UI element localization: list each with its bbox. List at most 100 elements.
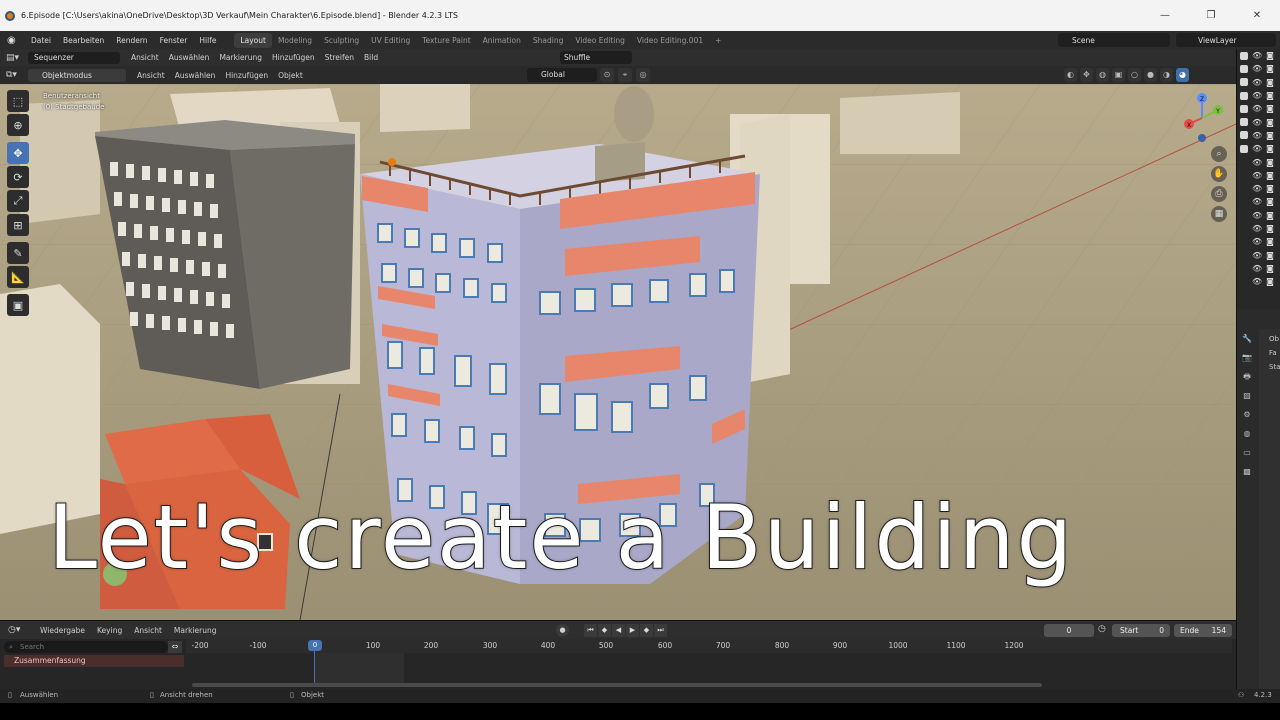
outliner-row[interactable]: 👁 ◙	[1237, 115, 1280, 128]
visibility-icon[interactable]: ◐	[1064, 68, 1077, 82]
tab-layout[interactable]: Layout	[234, 32, 272, 48]
tl-menu-wiedergabe[interactable]: Wiedergabe	[34, 626, 91, 635]
prev-keyframe-icon[interactable]: ◆	[598, 624, 611, 637]
overlay-toggle-icon[interactable]: ◍	[1096, 68, 1109, 82]
tab-sculpting[interactable]: Sculpting	[318, 33, 365, 48]
viewport-editor-icon[interactable]: ⧉▾	[6, 70, 26, 80]
minimize-button[interactable]: —	[1142, 0, 1188, 31]
outliner-row[interactable]: 👁 ◙	[1237, 102, 1280, 115]
proportional-edit-icon[interactable]: ◎	[636, 68, 650, 82]
transform-tool-icon[interactable]: ⊞	[7, 214, 29, 236]
wireframe-shading-icon[interactable]: ○	[1128, 68, 1141, 82]
scale-tool-icon[interactable]: ⤢	[7, 190, 29, 212]
camera-view-icon[interactable]: ⎙	[1211, 186, 1227, 202]
next-keyframe-icon[interactable]: ◆	[640, 624, 653, 637]
clock-icon[interactable]: ◷	[1098, 624, 1106, 634]
start-frame-field[interactable]: Start 0	[1112, 624, 1170, 637]
outliner-row[interactable]: 👁 ◙	[1237, 129, 1280, 142]
measure-tool-icon[interactable]: 📐	[7, 266, 29, 288]
output-properties-icon[interactable]: 🖶	[1237, 367, 1257, 386]
pan-hand-icon[interactable]: ✋	[1211, 166, 1227, 182]
timeline-search-input[interactable]: ⌕ Search	[4, 641, 168, 653]
3d-viewport[interactable]: Benutzeransicht (0) Stadtgebäude Let's c…	[0, 84, 1236, 620]
scene-properties-icon[interactable]: ⚙	[1237, 405, 1257, 424]
viewlayer-selector[interactable]: ViewLayer	[1176, 33, 1276, 47]
outliner-row[interactable]: 👁 ◙	[1237, 209, 1280, 222]
vp-menu-objekt[interactable]: Objekt	[273, 71, 308, 80]
outliner-row[interactable]: 👁 ◙	[1237, 155, 1280, 168]
editor-type-icon[interactable]: ▤▾	[6, 53, 26, 63]
swap-icon[interactable]: ⇔	[168, 641, 182, 653]
outliner-row[interactable]: 👁 ◙	[1237, 222, 1280, 235]
outliner-row[interactable]: 👁 ◙	[1237, 182, 1280, 195]
tl-menu-ansicht[interactable]: Ansicht	[128, 626, 168, 635]
outliner-row[interactable]: 👁 ◙	[1237, 235, 1280, 248]
tool-properties-icon[interactable]: 🔧	[1237, 329, 1257, 348]
seq-menu-auswaehlen[interactable]: Auswählen	[164, 53, 215, 62]
tl-menu-keying[interactable]: Keying	[91, 626, 128, 635]
tab-video-editing[interactable]: Video Editing	[569, 33, 631, 48]
vp-menu-auswaehlen[interactable]: Auswählen	[170, 71, 221, 80]
cursor-tool-icon[interactable]: ⊕	[7, 114, 29, 136]
menu-fenster[interactable]: Fenster	[154, 36, 194, 45]
rendered-shading-icon[interactable]: ◕	[1176, 68, 1189, 82]
timeline-ruler[interactable]: -200 -100 0 100 200 300 400 500 600 700 …	[186, 639, 1232, 653]
jump-start-icon[interactable]: ⏮	[584, 624, 597, 637]
seq-menu-hinzufuegen[interactable]: Hinzufügen	[267, 53, 320, 62]
maximize-button[interactable]: ❐	[1188, 0, 1234, 31]
outliner-row[interactable]: 👁 ◙	[1237, 142, 1280, 155]
playhead-line[interactable]	[314, 647, 315, 687]
timeline-editor-icon[interactable]: ◷▾	[8, 625, 28, 635]
tab-texture-paint[interactable]: Texture Paint	[416, 33, 476, 48]
menu-bearbeiten[interactable]: Bearbeiten	[57, 36, 110, 45]
outliner-row[interactable]: 👁 ◙	[1237, 62, 1280, 75]
outliner-row[interactable]: 👁 ◙	[1237, 262, 1280, 275]
zoom-icon[interactable]: ⌕	[1211, 146, 1227, 162]
view-layer-icon[interactable]: ▧	[1237, 386, 1257, 405]
menu-rendern[interactable]: Rendern	[110, 36, 153, 45]
current-frame-field[interactable]: 0	[1044, 624, 1094, 637]
tl-menu-markierung[interactable]: Markierung	[168, 626, 223, 635]
sequencer-mode-select[interactable]: Sequenzer	[28, 51, 120, 64]
outliner-row[interactable]: 👁 ◙	[1237, 195, 1280, 208]
tab-modeling[interactable]: Modeling	[272, 33, 318, 48]
outliner-row[interactable]: 👁 ◙	[1237, 89, 1280, 102]
xray-icon[interactable]: ▣	[1112, 68, 1125, 82]
play-icon[interactable]: ▶	[626, 624, 639, 637]
outliner-row[interactable]: 👁 ◙	[1237, 76, 1280, 89]
scene-selector[interactable]: Scene	[1058, 33, 1170, 47]
seq-menu-ansicht[interactable]: Ansicht	[126, 53, 164, 62]
material-shading-icon[interactable]: ◑	[1160, 68, 1173, 82]
gizmo-toggle-icon[interactable]: ✥	[1080, 68, 1093, 82]
summary-channel[interactable]: Zusammenfassung	[4, 655, 184, 667]
play-reverse-icon[interactable]: ◀	[612, 624, 625, 637]
collection-icon[interactable]: ▭	[1237, 443, 1257, 462]
object-mode-select[interactable]: Objektmodus	[28, 68, 126, 82]
close-button[interactable]: ✕	[1234, 0, 1280, 31]
playhead-marker[interactable]: 0	[308, 640, 322, 651]
jump-end-icon[interactable]: ⏭	[654, 624, 667, 637]
add-workspace-button[interactable]: +	[709, 33, 727, 48]
move-tool-icon[interactable]: ✥	[7, 142, 29, 164]
navigation-gizmo[interactable]: Z Y X	[1178, 90, 1228, 146]
menu-hilfe[interactable]: Hilfe	[193, 36, 222, 45]
render-properties-icon[interactable]: 📷	[1237, 348, 1257, 367]
perspective-grid-icon[interactable]: ▦	[1211, 206, 1227, 222]
outliner-row[interactable]: 👁 ◙	[1237, 169, 1280, 182]
end-frame-field[interactable]: Ende 154	[1174, 624, 1232, 637]
select-box-tool-icon[interactable]: ⬚	[7, 90, 29, 112]
snap-icon[interactable]: ⌖	[618, 68, 632, 82]
timeline-scrollbar[interactable]	[192, 683, 1042, 687]
timeline-body[interactable]: ⌕ Search ⇔ Zusammenfassung -200 -100 0 1…	[0, 639, 1236, 689]
record-button[interactable]: ●	[556, 624, 569, 637]
seq-menu-streifen[interactable]: Streifen	[320, 53, 359, 62]
seq-menu-bild[interactable]: Bild	[359, 53, 383, 62]
vp-menu-ansicht[interactable]: Ansicht	[132, 71, 170, 80]
outliner-row[interactable]: 👁 ◙	[1237, 248, 1280, 261]
tab-uv-editing[interactable]: UV Editing	[365, 33, 416, 48]
rotate-tool-icon[interactable]: ⟳	[7, 166, 29, 188]
transform-orientation-select[interactable]: Global	[527, 68, 597, 82]
tab-shading[interactable]: Shading	[527, 33, 569, 48]
menu-datei[interactable]: Datei	[25, 36, 57, 45]
solid-shading-icon[interactable]: ●	[1144, 68, 1157, 82]
